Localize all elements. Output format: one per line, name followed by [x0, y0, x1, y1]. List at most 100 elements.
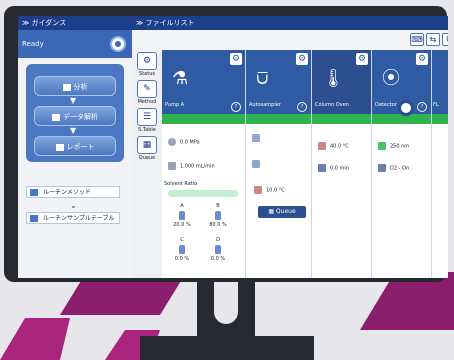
wavelength-row: 250 nm — [378, 142, 409, 150]
autosampler-icon: ⩂ — [256, 68, 269, 89]
method-icon: ✎ — [137, 80, 157, 98]
keyboard-button[interactable]: ⌨ — [410, 33, 424, 46]
module-autosampler[interactable]: ⩂ ⚙ Autosampler ? 10.0 °C ▦ Queue — [246, 50, 312, 278]
nav-queue-label: Queue — [138, 155, 156, 161]
guidance-pane: ≫ ガイダンス Ready 分析 ▼ データ解析 ▼ レポート ルーチンメソッド… — [18, 16, 132, 278]
guidance-header[interactable]: ≫ ガイダンス — [18, 16, 132, 30]
nav-stable-label: S.Table — [138, 127, 156, 133]
routine-method-label: ルーチンメソッド — [43, 189, 91, 196]
status-text: Ready — [22, 40, 44, 48]
bottle-label: C — [180, 237, 184, 243]
monitor-stand-cutout — [214, 282, 238, 324]
routine-table-link[interactable]: ルーチンサンプルテーブル — [26, 212, 120, 224]
bottle-value: 80.0 % — [209, 222, 227, 228]
oven-time-row: 0.0 min — [318, 164, 349, 172]
queue-icon: ▦ — [137, 136, 157, 154]
hourglass-icon — [318, 164, 326, 172]
chevron-down-icon: ▼ — [70, 126, 77, 135]
filelist-header[interactable]: ≫ ファイルリスト — [132, 16, 448, 30]
nav-queue[interactable]: ▦ Queue — [134, 136, 160, 161]
needle-icon — [252, 160, 260, 168]
stable-icon: ☰ — [137, 108, 157, 126]
status-icon: ⚙ — [137, 52, 157, 70]
report-label: レポート — [66, 143, 95, 151]
flow-value: 1.000 mL/min — [180, 163, 215, 170]
needle-row — [252, 160, 264, 168]
analysis-label: 分析 — [73, 83, 88, 91]
status-bar — [432, 114, 448, 124]
pressure-value: 0.0 MPa — [180, 139, 200, 146]
help-icon[interactable]: ? — [417, 102, 427, 112]
pressure-gauge-icon — [168, 138, 176, 146]
module-detector[interactable]: ⦿ ⚙ Detector ? 250 nm D2 - On — [372, 50, 432, 278]
wave-icon — [378, 142, 386, 150]
analysis-icon — [62, 83, 71, 91]
bottle-value: 20.0 % — [173, 222, 191, 228]
data-analysis-button[interactable]: データ解析 — [34, 106, 116, 126]
bottle-value: 0.0 % — [210, 256, 226, 262]
chevron-down-icon: ▼ — [70, 96, 77, 105]
monitor-frame: ≫ ガイダンス Ready 分析 ▼ データ解析 ▼ レポート ルーチンメソッド… — [4, 6, 448, 282]
toolbar: ⌨ ⇆ U — [132, 30, 448, 50]
nav-status-label: Status — [139, 71, 155, 77]
workflow-panel: 分析 ▼ データ解析 ▼ レポート — [26, 64, 124, 162]
module-name: Autosampler — [249, 102, 281, 108]
report-icon — [55, 143, 64, 151]
gear-icon[interactable]: ⚙ — [416, 53, 428, 65]
autosampler-temp-value: 10.0 °C — [266, 187, 285, 194]
pump-header: ⚗ ⚙ Pump A ? — [162, 50, 245, 114]
status-bar — [162, 114, 245, 124]
module-name: Column Oven — [315, 102, 349, 108]
help-icon[interactable]: ? — [297, 102, 307, 112]
oven-temp-value: 40.0 °C — [330, 143, 349, 150]
gear-icon[interactable]: ⚙ — [296, 53, 308, 65]
status-indicator-icon[interactable] — [110, 36, 126, 52]
monitor-stand-base — [140, 336, 314, 360]
fl-header: FL — [432, 50, 448, 114]
routine-method-link[interactable]: ルーチンメソッド — [26, 186, 120, 198]
detector-icon: ⦿ — [382, 68, 400, 89]
solvent-ratio-bar — [168, 190, 238, 197]
bottle-d: D 0.0 % — [206, 237, 230, 262]
module-pump[interactable]: ⚗ ⚙ Pump A ? 0.0 MPa 1.000 mL/min Solven… — [162, 50, 246, 278]
lamp-row: D2 - On — [378, 164, 409, 172]
nav-method[interactable]: ✎ Method — [134, 80, 160, 105]
gear-icon[interactable]: ⚙ — [230, 53, 242, 65]
user-button[interactable]: U — [442, 33, 448, 46]
queue-label: Queue — [275, 208, 296, 215]
bottle-label: D — [216, 237, 220, 243]
status-bar — [246, 114, 311, 124]
help-icon[interactable]: ? — [231, 102, 241, 112]
switch-button[interactable]: ⇆ — [426, 33, 440, 46]
bottle-icon — [215, 245, 221, 254]
pressure-row: 0.0 MPa — [168, 138, 200, 146]
vertical-nav: ⚙ Status ✎ Method ☰ S.Table ▦ Queue — [132, 50, 163, 278]
oven-header: 🌡 ⚙ Column Oven — [312, 50, 371, 114]
routine-method-icon — [30, 189, 38, 196]
modules-area: ⚗ ⚙ Pump A ? 0.0 MPa 1.000 mL/min Solven… — [162, 50, 448, 278]
bottle-icon — [215, 211, 221, 220]
gear-icon[interactable]: ⚙ — [356, 53, 368, 65]
pump-icon: ⚗ — [172, 68, 189, 89]
bottle-label: A — [180, 203, 184, 209]
analysis-button[interactable]: 分析 — [34, 76, 116, 96]
module-fl[interactable]: FL — [432, 50, 448, 278]
oven-time-value: 0.0 min — [330, 165, 349, 172]
module-column-oven[interactable]: 🌡 ⚙ Column Oven 40.0 °C 0.0 min — [312, 50, 372, 278]
vial-row — [252, 134, 264, 142]
report-button[interactable]: レポート — [34, 136, 116, 156]
queue-button[interactable]: ▦ Queue — [258, 206, 306, 218]
status-bar — [372, 114, 431, 124]
wavelength-value: 250 nm — [390, 143, 410, 150]
lamp-value: D2 - On — [390, 165, 410, 172]
flow-icon — [168, 162, 176, 170]
queue-icon: ▦ — [268, 208, 276, 215]
nav-method-label: Method — [137, 99, 157, 105]
bottle-b: B 80.0 % — [206, 203, 230, 228]
bottle-label: B — [216, 203, 220, 209]
nav-stable[interactable]: ☰ S.Table — [134, 108, 160, 133]
bottle-c: C 0.0 % — [170, 237, 194, 262]
routine-table-icon — [30, 215, 38, 222]
nav-status[interactable]: ⚙ Status — [134, 52, 160, 77]
autosampler-temp-row: 10.0 °C — [254, 186, 285, 194]
